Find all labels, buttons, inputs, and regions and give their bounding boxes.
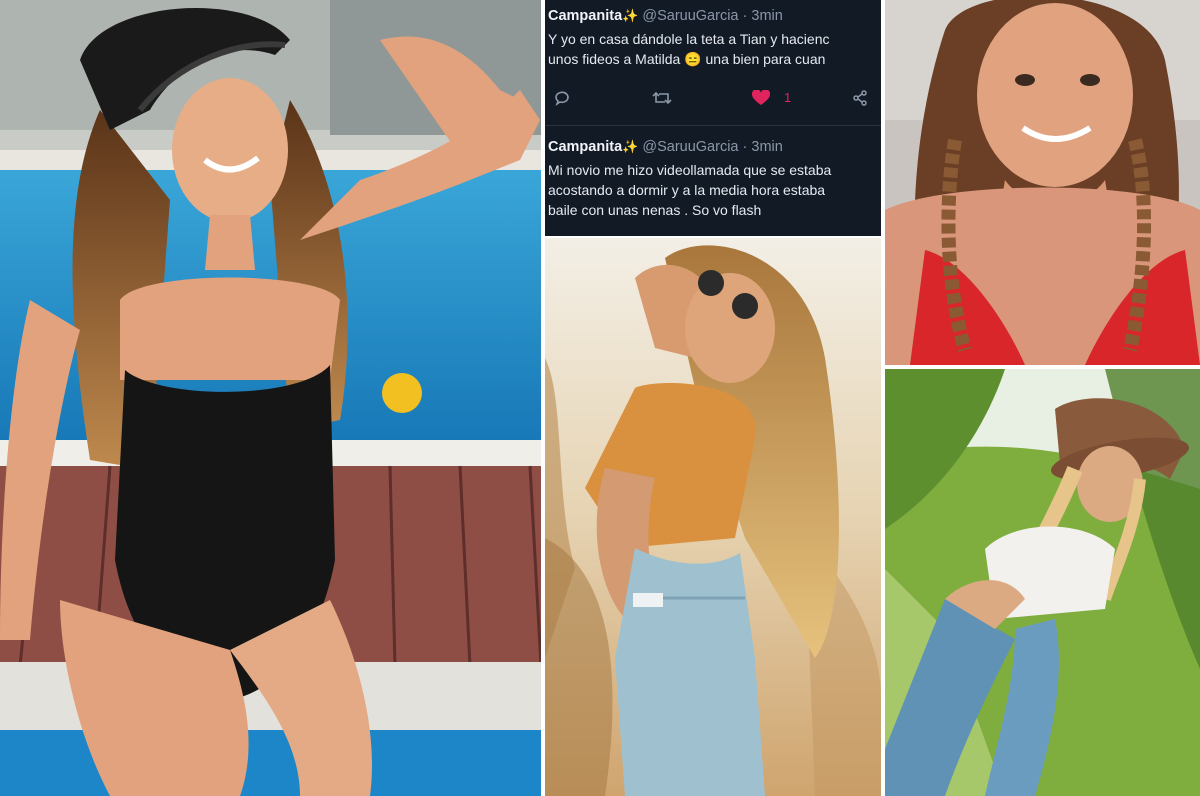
- photo-denim-sunglasses: [545, 238, 881, 796]
- tweet-line-3: baile con unas nenas . So vo flash: [548, 202, 762, 218]
- tweet-time: 3min: [751, 8, 783, 24]
- tweet-screenshot: Campanita✨ @SaruuGarcia · 3min Y yo en c…: [545, 0, 881, 236]
- tweet-1: Campanita✨ @SaruuGarcia · 3min Y yo en c…: [548, 8, 879, 106]
- tweet-line-1: Y yo en casa dándole la teta a Tian y ha…: [548, 31, 830, 47]
- tweet-handle[interactable]: @SaruuGarcia: [642, 139, 738, 155]
- tweet-actions: 1: [548, 89, 878, 112]
- tweet-line-2: acostando a dormir y a la media hora est…: [548, 182, 826, 198]
- photo-braids-selfie: [885, 0, 1200, 365]
- tweet-handle[interactable]: @SaruuGarcia: [642, 8, 738, 24]
- photo-pool-swimsuit: [0, 0, 541, 796]
- tweet-2: Campanita✨ @SaruuGarcia · 3min Mi novio …: [548, 139, 879, 220]
- sparkles-icon: ✨: [622, 8, 639, 23]
- tweet-line-2: unos fideos a Matilda 😑 una bien para cu…: [548, 51, 826, 67]
- tweet-author-name[interactable]: Campanita: [548, 8, 622, 24]
- tweet-header: Campanita✨ @SaruuGarcia · 3min: [548, 139, 783, 155]
- sparkles-icon: ✨: [622, 139, 639, 154]
- retweet-icon[interactable]: [652, 90, 672, 109]
- tweet-author-name[interactable]: Campanita: [548, 139, 622, 155]
- tweet-header: Campanita✨ @SaruuGarcia · 3min: [548, 8, 783, 24]
- tweet-time: 3min: [751, 139, 783, 155]
- tweet-line-1: Mi novio me hizo videollamada que se est…: [548, 162, 832, 178]
- like-count: 1: [784, 90, 792, 105]
- tweet-divider: [545, 125, 881, 126]
- share-icon[interactable]: [852, 90, 868, 109]
- reply-icon[interactable]: [554, 90, 570, 109]
- photo-hat-garden: [885, 369, 1200, 796]
- heart-icon[interactable]: [751, 89, 771, 109]
